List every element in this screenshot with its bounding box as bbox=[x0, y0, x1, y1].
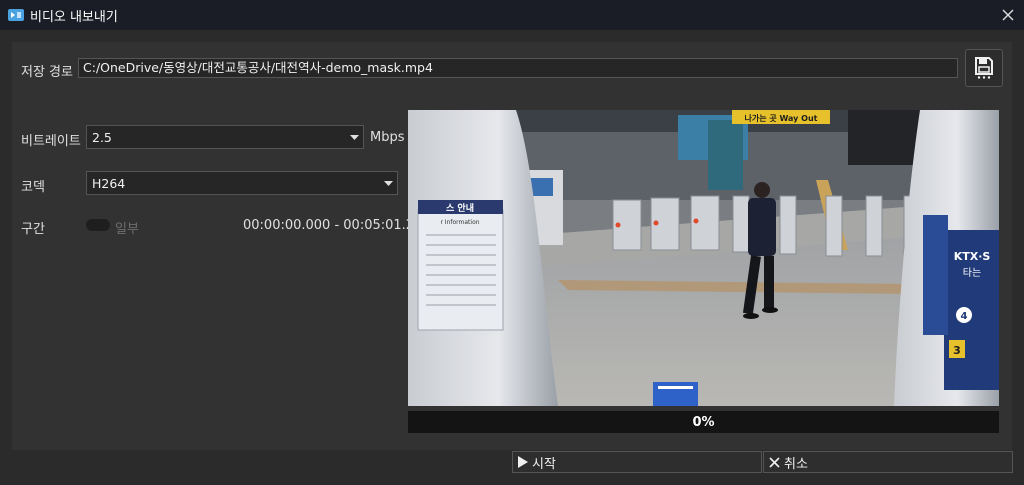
save-button[interactable] bbox=[965, 49, 1003, 87]
exit-number: 3 bbox=[953, 344, 961, 357]
codec-label: 코덱 bbox=[21, 180, 45, 195]
close-icon bbox=[1002, 9, 1014, 21]
export-progress-text: 0% bbox=[692, 414, 715, 430]
play-icon bbox=[518, 456, 528, 468]
video-preview: 나가는 곳 Way Out 스 안내 r Information KTX·S 타… bbox=[408, 110, 999, 406]
bitrate-select[interactable]: 2.5 bbox=[86, 125, 364, 149]
save-icon bbox=[975, 57, 993, 79]
export-progress-bar: 0% bbox=[408, 411, 999, 433]
range-time-value: 00:00:00.000 - 00:05:01.233 bbox=[243, 218, 431, 233]
info-sign-text: 스 안내 bbox=[446, 202, 474, 214]
ktx-sign-text: KTX·S bbox=[954, 250, 991, 263]
video-app-icon bbox=[8, 9, 24, 21]
start-button-label: 시작 bbox=[532, 456, 556, 472]
codec-select[interactable]: H264 bbox=[86, 171, 398, 195]
range-label: 구간 bbox=[21, 222, 45, 237]
bitrate-label: 비트레이트 bbox=[21, 134, 81, 149]
bitrate-unit: Mbps bbox=[370, 130, 405, 145]
exit-sign-text: 나가는 곳 Way Out bbox=[744, 113, 817, 123]
cancel-button-label: 취소 bbox=[784, 456, 808, 472]
close-button[interactable] bbox=[992, 0, 1024, 30]
close-icon bbox=[769, 456, 780, 468]
chevron-down-icon bbox=[379, 172, 397, 194]
start-button[interactable]: 시작 bbox=[512, 451, 762, 473]
window-title: 비디오 내보내기 bbox=[30, 9, 118, 25]
platform-number: 4 bbox=[961, 311, 968, 322]
codec-value: H264 bbox=[92, 175, 126, 191]
chevron-down-icon bbox=[345, 126, 363, 148]
info-sign-subtext: r Information bbox=[440, 219, 479, 226]
save-path-label: 저장 경로 bbox=[21, 65, 73, 80]
save-path-field[interactable]: C:/OneDrive/동영상/대전교통공사/대전역사-demo_mask.mp… bbox=[78, 58, 958, 78]
partial-range-toggle[interactable] bbox=[86, 219, 110, 231]
bitrate-value: 2.5 bbox=[92, 129, 112, 145]
partial-range-toggle-label: 일부 bbox=[115, 222, 139, 237]
video-frame: 나가는 곳 Way Out 스 안내 r Information KTX·S 타… bbox=[408, 110, 999, 406]
cancel-button[interactable]: 취소 bbox=[763, 451, 1013, 473]
ktx-sign-subtext: 타는 bbox=[963, 267, 981, 279]
title-bar: 비디오 내보내기 bbox=[0, 0, 1024, 30]
